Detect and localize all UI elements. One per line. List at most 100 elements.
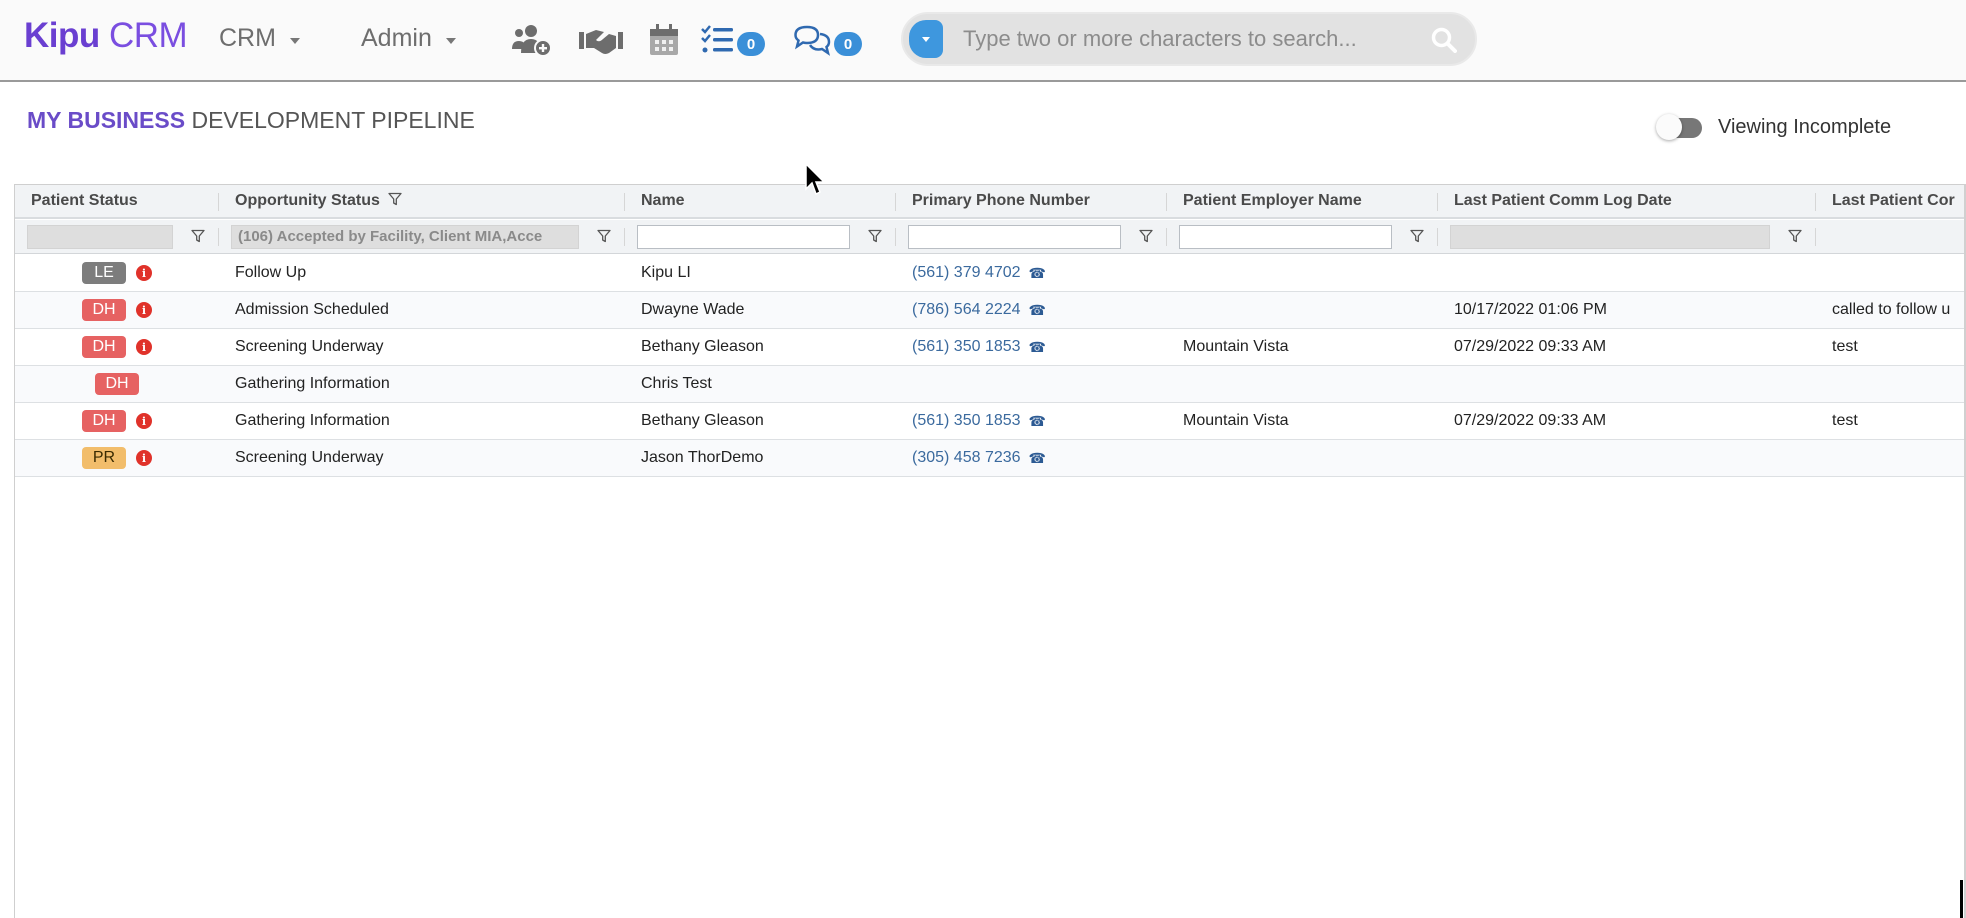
search-input[interactable] (963, 22, 1413, 56)
column-header-label: Opportunity Status (235, 192, 380, 209)
info-alert-icon[interactable]: i (136, 450, 152, 466)
column-header[interactable]: Patient Employer Name (1167, 185, 1438, 217)
opportunity-status-cell: Gathering Information (219, 366, 625, 402)
filter-icon[interactable] (868, 229, 882, 248)
nav-menu-admin[interactable]: Admin (361, 24, 456, 53)
column-header-label: Name (641, 192, 685, 209)
filter-active-icon[interactable] (388, 192, 402, 211)
table-row[interactable]: DH i Screening Underway Bethany Gleason (561… (15, 329, 1965, 366)
opportunity-status-cell: Gathering Information (219, 403, 625, 439)
column-filter-input[interactable] (231, 224, 579, 249)
last-comm-log: test (1832, 412, 1858, 429)
phone-icon[interactable]: ☎ (1029, 302, 1046, 319)
table-row[interactable]: PR i Screening Underway Jason ThorDemo (305)… (15, 440, 1965, 477)
employer-name-cell (1167, 440, 1438, 476)
column-header[interactable]: Name (625, 185, 896, 217)
filter-icon[interactable] (191, 229, 205, 248)
employer-name-cell (1167, 255, 1438, 291)
info-alert-icon[interactable]: i (136, 413, 152, 429)
opportunity-status: Admission Scheduled (235, 301, 389, 318)
patient-name: Bethany Gleason (641, 338, 764, 355)
add-patient-icon (512, 25, 552, 57)
column-header[interactable]: Primary Phone Number (896, 185, 1167, 217)
patient-name-cell: Jason ThorDemo (625, 440, 896, 476)
patient-status-cell: DH i (15, 292, 219, 328)
phone-icon[interactable]: ☎ (1029, 339, 1046, 356)
search-scope-dropdown[interactable] (909, 20, 943, 58)
table-row[interactable]: DH i Gathering Information Bethany Gleason (… (15, 403, 1965, 440)
add-patient-button[interactable] (510, 22, 554, 58)
status-badge[interactable]: DH (95, 373, 139, 395)
patient-name: Jason ThorDemo (641, 449, 764, 466)
messages-button[interactable]: 0 (793, 22, 862, 58)
phone-number[interactable]: (561) 379 4702 (912, 264, 1021, 282)
phone-number[interactable]: (786) 564 2224 (912, 301, 1021, 319)
column-filter-input[interactable] (908, 224, 1121, 249)
mouse-cursor-icon (805, 163, 826, 196)
patient-name: Kipu LI (641, 264, 691, 281)
column-header[interactable]: Last Patient Cor (1816, 185, 1966, 217)
employer-name: Mountain Vista (1183, 338, 1289, 355)
viewing-incomplete-toggle[interactable]: Viewing Incomplete (1656, 113, 1891, 140)
phone-number[interactable]: (561) 350 1853 (912, 412, 1021, 430)
phone-number[interactable]: (561) 350 1853 (912, 338, 1021, 356)
messages-icon (794, 25, 831, 56)
toggle-switch[interactable] (1656, 113, 1704, 140)
last-comm-log-date-cell: 07/29/2022 09:33 AM (1438, 403, 1816, 439)
filter-icon[interactable] (597, 229, 611, 248)
status-badge[interactable]: DH (82, 410, 126, 432)
caret-down-icon (289, 37, 300, 44)
phone-icon[interactable]: ☎ (1029, 265, 1046, 282)
column-filter-input[interactable] (637, 224, 850, 249)
patient-name: Bethany Gleason (641, 412, 764, 429)
text-cursor (1960, 880, 1963, 918)
info-alert-icon[interactable]: i (136, 302, 152, 318)
filter-icon[interactable] (1788, 229, 1802, 248)
global-search (901, 12, 1477, 66)
last-comm-log: called to follow u (1832, 301, 1951, 318)
nav-menu-admin-label: Admin (361, 24, 432, 52)
calendar-button[interactable] (648, 22, 680, 58)
table-row[interactable]: DH Gathering Information Chris Test (15, 366, 1965, 403)
opportunities-button[interactable] (578, 22, 624, 58)
tasks-button[interactable]: 0 (700, 22, 765, 58)
calendar-icon (650, 24, 678, 55)
column-filter-input[interactable] (1450, 224, 1770, 249)
status-badge[interactable]: LE (82, 262, 126, 284)
phone-number[interactable]: (305) 458 7236 (912, 449, 1021, 467)
toggle-knob (1656, 113, 1682, 140)
opportunity-status: Screening Underway (235, 449, 384, 466)
search-icon[interactable] (1431, 27, 1457, 58)
info-alert-icon[interactable]: i (136, 265, 152, 281)
tasks-count-badge: 0 (737, 32, 765, 56)
last-comm-log-cell (1816, 440, 1966, 476)
column-filter-input[interactable] (27, 224, 173, 249)
status-badge[interactable]: PR (82, 447, 126, 469)
caret-down-icon (922, 36, 930, 42)
status-badge[interactable]: DH (82, 299, 126, 321)
filter-icon[interactable] (1139, 229, 1153, 248)
table-row[interactable]: LE i Follow Up Kipu LI (561) 379 4702 ☎ (15, 255, 1965, 292)
column-header[interactable]: Opportunity Status (219, 185, 625, 217)
info-alert-icon[interactable]: i (136, 339, 152, 355)
last-comm-log-cell: called to follow u (1816, 292, 1966, 328)
nav-menu-crm[interactable]: CRM (219, 24, 300, 53)
opportunity-status: Follow Up (235, 264, 307, 281)
nav-menu-crm-label: CRM (219, 24, 276, 52)
app-logo[interactable]: Kipu CRM (24, 16, 188, 56)
column-header[interactable]: Last Patient Comm Log Date (1438, 185, 1816, 217)
filter-icon[interactable] (1410, 229, 1424, 248)
table-row[interactable]: DH i Admission Scheduled Dwayne Wade (786) 5… (15, 292, 1965, 329)
last-comm-log-date-cell (1438, 366, 1816, 402)
phone-icon[interactable]: ☎ (1029, 450, 1046, 467)
patient-name: Dwayne Wade (641, 301, 745, 318)
phone-icon[interactable]: ☎ (1029, 413, 1046, 430)
column-header[interactable]: Patient Status (15, 185, 219, 217)
last-comm-log: test (1832, 338, 1858, 355)
filter-cell (1167, 220, 1438, 253)
column-filter-input[interactable] (1179, 224, 1392, 249)
last-comm-log-cell: test (1816, 403, 1966, 439)
employer-name-cell (1167, 366, 1438, 402)
last-comm-log-date: 07/29/2022 09:33 AM (1454, 412, 1607, 429)
status-badge[interactable]: DH (82, 336, 126, 358)
